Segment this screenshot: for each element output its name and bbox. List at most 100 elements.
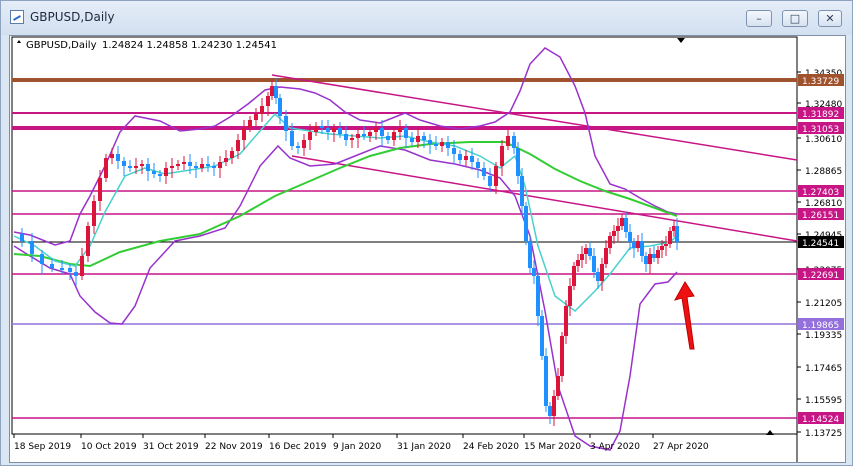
candle-body (512, 136, 516, 148)
level-label: 1.26151 (802, 211, 839, 221)
candle-body (470, 156, 474, 162)
price-tick-label: 1.15595 (805, 396, 842, 406)
candle-body (520, 176, 524, 206)
candle-body (170, 166, 174, 168)
close-button[interactable]: ✕ (818, 10, 842, 27)
candle-body (540, 316, 544, 356)
candle-body (20, 234, 24, 241)
candle-body (104, 158, 108, 178)
candle-body (675, 226, 679, 242)
candle (104, 154, 108, 182)
candle-body (584, 248, 588, 254)
level-label: 1.31053 (802, 125, 839, 135)
candle-body (624, 218, 628, 232)
candle-body (68, 268, 72, 272)
chart-header: GBPUSD,Daily 1.24824 1.24858 1.24230 1.2… (17, 40, 277, 51)
price-tick-label: 1.21205 (805, 299, 842, 309)
time-tick-label: 27 Apr 2020 (653, 442, 709, 452)
candle-body (314, 126, 318, 132)
candle-body (446, 142, 450, 148)
candle-body (122, 161, 126, 166)
candle-body (248, 120, 252, 128)
candle-body (596, 272, 600, 281)
candle-body (164, 168, 168, 176)
candle-body (50, 264, 54, 268)
candle-body (60, 268, 64, 270)
level-label: 1.19865 (802, 321, 839, 331)
candle-body (332, 128, 336, 132)
candle-body (374, 128, 378, 132)
candle (560, 332, 564, 382)
chart-window-icon (10, 10, 24, 24)
candle-body (588, 248, 592, 256)
candle-body (326, 128, 330, 132)
candle-body (572, 266, 576, 286)
candle-body (660, 246, 664, 250)
candle-body (632, 242, 636, 248)
time-tick-label: 31 Jan 2020 (397, 442, 451, 452)
candle-body (362, 134, 366, 136)
candle-body (612, 231, 616, 236)
candle-body (532, 268, 536, 276)
candle-body (410, 138, 414, 142)
level-label: 1.24541 (802, 239, 839, 249)
level-label: 1.27403 (802, 188, 839, 198)
candle-body (422, 136, 426, 140)
candle-body (506, 136, 510, 146)
candle-body (458, 154, 462, 160)
candle-body (182, 162, 186, 164)
candle (572, 262, 576, 290)
candle-body (128, 166, 132, 168)
chart-area[interactable]: GBPUSD,Daily 1.24824 1.24858 1.24230 1.2… (9, 35, 846, 463)
candle-body (356, 134, 360, 138)
candle (540, 310, 544, 360)
candle-body (158, 174, 162, 176)
candle-body (236, 140, 240, 151)
candle-body (278, 98, 282, 116)
candle-body (92, 201, 96, 226)
candle-body (200, 164, 204, 168)
candle-body (146, 164, 150, 171)
price-tick-label: 1.28865 (805, 167, 842, 177)
candle-body (564, 306, 568, 336)
maximize-button[interactable]: □ (782, 10, 808, 27)
minimize-icon: – (756, 12, 762, 25)
candle-body (224, 158, 228, 162)
candle-body (434, 144, 438, 146)
candle-body (194, 166, 198, 168)
candle-body (556, 376, 560, 396)
candle-body (116, 154, 120, 161)
candle-body (568, 286, 572, 306)
candle-body (284, 116, 288, 131)
price-tick-label: 1.19335 (805, 331, 842, 341)
time-scale[interactable]: 18 Sep 2019 10 Oct 2019 31 Oct 2019 22 Nov … (13, 434, 709, 452)
time-tick-label: 22 Nov 2019 (205, 442, 263, 452)
candle-body (552, 396, 556, 416)
candle (524, 202, 528, 245)
maximize-icon: □ (789, 12, 801, 25)
time-tick-label: 18 Sep 2019 (14, 442, 71, 452)
candle-body (428, 140, 432, 144)
candle-body (580, 254, 584, 260)
candle-body (648, 254, 652, 264)
candle-body (644, 256, 648, 264)
candle-body (30, 241, 34, 254)
candle-body (464, 156, 468, 160)
title-bar[interactable]: GBPUSD,Daily – □ ✕ (1, 1, 852, 35)
candle-body (176, 164, 180, 166)
candle-body (652, 254, 656, 258)
candle-body (500, 146, 504, 166)
candle-body (628, 232, 632, 242)
candle-body (636, 241, 640, 248)
time-tick-label: 15 Mar 2020 (524, 442, 581, 452)
candle (544, 348, 548, 412)
candle-body (320, 126, 324, 128)
price-tick-label: 1.30610 (805, 135, 842, 145)
candle-body (398, 128, 402, 132)
price-chart[interactable]: GBPUSD,Daily 1.24824 1.24858 1.24230 1.2… (10, 36, 845, 462)
price-tick-label: 1.13725 (805, 429, 842, 439)
candle-body (134, 166, 138, 168)
candle-body (344, 134, 348, 140)
minimize-button[interactable]: – (746, 10, 772, 27)
candle-body (592, 256, 596, 272)
